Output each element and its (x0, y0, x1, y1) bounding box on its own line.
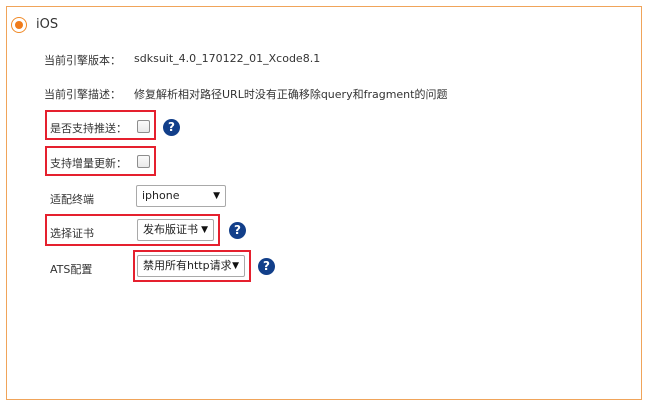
incremental-update-checkbox[interactable] (137, 155, 150, 168)
certificate-selected-value: 发布版证书 (143, 223, 198, 236)
chevron-down-icon: ▼ (232, 261, 239, 271)
chevron-down-icon: ▼ (213, 191, 220, 201)
certificate-help-icon[interactable]: ? (229, 222, 246, 239)
push-support-label: 是否支持推送： (50, 122, 127, 135)
ats-selected-value: 禁用所有http请求 (143, 259, 232, 272)
terminal-select[interactable]: iphone ▼ (136, 185, 226, 207)
terminal-label: 适配终端 (50, 193, 94, 206)
platform-label: iOS (36, 17, 59, 32)
certificate-label: 选择证书 (50, 227, 94, 240)
terminal-selected-value: iphone (142, 189, 180, 202)
push-help-icon[interactable]: ? (163, 119, 180, 136)
engine-desc-value: 修复解析相对路径URL时没有正确移除query和fragment的问题 (134, 88, 448, 101)
ats-label: ATS配置 (50, 263, 93, 276)
platform-radio[interactable] (11, 17, 27, 33)
engine-desc-label: 当前引擎描述： (44, 88, 121, 101)
ats-select[interactable]: 禁用所有http请求 ▼ (137, 255, 245, 277)
engine-version-value: sdksuit_4.0_170122_01_Xcode8.1 (134, 52, 321, 65)
engine-version-label: 当前引擎版本： (44, 54, 121, 67)
ats-help-icon[interactable]: ? (258, 258, 275, 275)
certificate-select[interactable]: 发布版证书 ▼ (137, 219, 214, 241)
incremental-update-label: 支持增量更新： (50, 157, 127, 170)
radio-dot (15, 21, 23, 29)
push-support-checkbox[interactable] (137, 120, 150, 133)
chevron-down-icon: ▼ (201, 225, 208, 235)
